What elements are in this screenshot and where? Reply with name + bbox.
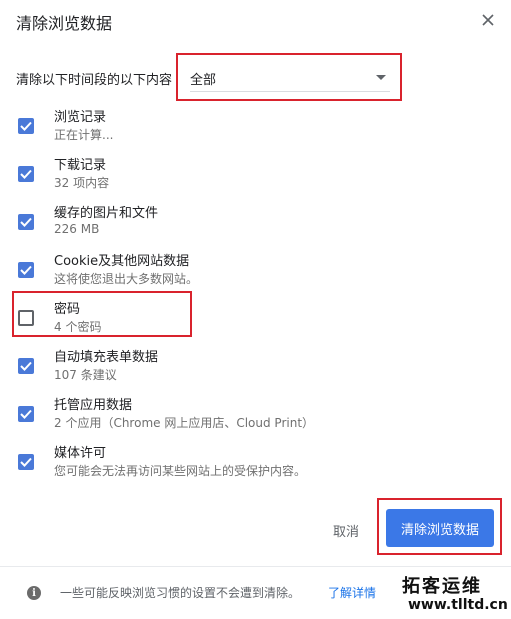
checkbox[interactable] [18, 214, 34, 230]
cancel-button[interactable]: 取消 [333, 521, 359, 540]
checkmark-icon [20, 121, 32, 131]
watermark-title: 拓客运维 [402, 576, 482, 597]
dialog-title: 清除浏览数据 [16, 14, 113, 33]
option-subtitle: 32 项内容 [54, 176, 110, 190]
learn-more-link[interactable]: 了解详情 [328, 584, 376, 601]
checkmark-icon [20, 217, 32, 227]
option-title: 媒体许可 [54, 446, 107, 461]
close-button[interactable] [478, 10, 498, 30]
option-title: 托管应用数据 [54, 398, 133, 413]
checkbox[interactable] [18, 166, 34, 182]
time-range-label: 清除以下时间段的以下内容 [16, 73, 173, 88]
highlight-box-range [176, 53, 402, 101]
watermark-url: www.tlltd.cn [408, 597, 508, 613]
clear-option-item[interactable]: 媒体许可您可能会无法再访问某些网站上的受保护内容。 [0, 442, 511, 488]
checkbox[interactable] [18, 358, 34, 374]
close-icon[interactable] [482, 14, 494, 26]
clear-option-item[interactable]: 下载记录 32 项内容 [0, 154, 511, 200]
option-subtitle: 2 个应用（Chrome 网上应用店、Cloud Print） [54, 416, 315, 430]
option-title: 浏览记录 [54, 110, 107, 125]
clear-option-item[interactable]: 浏览记录正在计算... [0, 106, 511, 152]
highlight-box-passwords [12, 291, 192, 337]
checkbox[interactable] [18, 406, 34, 422]
info-icon: i [27, 586, 41, 600]
option-subtitle: 107 条建议 [54, 368, 117, 382]
option-subtitle: 这将使您退出大多数网站。 [54, 272, 199, 286]
clear-option-item[interactable]: 自动填充表单数据 107 条建议 [0, 346, 511, 392]
highlight-box-clear-button [377, 498, 502, 555]
checkbox[interactable] [18, 262, 34, 278]
checkmark-icon [20, 457, 32, 467]
option-subtitle: 226 MB [54, 222, 100, 236]
option-title: Cookie及其他网站数据 [54, 254, 190, 269]
checkmark-icon [20, 169, 32, 179]
checkbox[interactable] [18, 454, 34, 470]
option-title: 自动填充表单数据 [54, 350, 159, 365]
clear-option-item[interactable]: Cookie及其他网站数据 这将使您退出大多数网站。 [0, 250, 511, 296]
footer-note: 一些可能反映浏览习惯的设置不会遭到清除。 [60, 586, 301, 600]
checkmark-icon [20, 409, 32, 419]
option-title: 下载记录 [54, 158, 107, 173]
checkbox[interactable] [18, 118, 34, 134]
checkmark-icon [20, 361, 32, 371]
option-title: 缓存的图片和文件 [54, 206, 159, 221]
clear-option-item[interactable]: 托管应用数据 2 个应用（Chrome 网上应用店、Cloud Print） [0, 394, 511, 440]
clear-option-item[interactable]: 缓存的图片和文件 226 MB [0, 202, 511, 248]
checkmark-icon [20, 265, 32, 275]
option-subtitle: 您可能会无法再访问某些网站上的受保护内容。 [54, 464, 307, 478]
option-subtitle: 正在计算... [54, 128, 114, 142]
